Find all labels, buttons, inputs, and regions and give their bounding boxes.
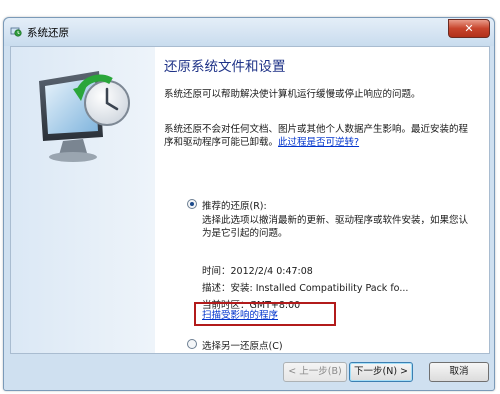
- restore-time-value: 2012/2/4 0:47:08: [230, 266, 313, 277]
- warning-text: 系统还原不会对任何文档、图片或其他个人数据产生影响。最近安装的程序和驱动程序可能…: [164, 123, 476, 149]
- reversible-link[interactable]: 此过程是否可逆转?: [278, 137, 359, 148]
- back-button[interactable]: < 上一步(B): [283, 362, 347, 382]
- system-restore-window: 系统还原 ✕ 还原系统文件和设置 系统还原可以帮助解决使计算机运行缓慢或停止响应…: [3, 17, 495, 391]
- restore-time-row: 时间：2012/2/4 0:47:08: [202, 263, 313, 277]
- radio-selected-dot: [190, 202, 194, 206]
- choose-other-restore-point-label[interactable]: 选择另一还原点(C): [202, 338, 283, 352]
- choose-other-restore-point-radio[interactable]: [187, 339, 197, 349]
- window-title: 系统还原: [27, 27, 69, 39]
- title-bar[interactable]: 系统还原 ✕: [4, 18, 494, 46]
- recommended-restore-description: 选择此选项以撤消最新的更新、驱动程序或软件安装，如果您认为是它引起的问题。: [202, 215, 469, 239]
- cancel-button[interactable]: 取消: [429, 362, 489, 382]
- recommended-restore-radio[interactable]: [187, 199, 197, 209]
- system-restore-monitor-icon: [39, 71, 130, 162]
- restore-description-label: 描述：: [202, 283, 231, 294]
- restore-description-value: 安装: Installed Compatibility Pack fo...: [230, 283, 409, 294]
- scan-affected-programs-text[interactable]: 扫描受影响的程序: [202, 310, 278, 321]
- wizard-body: 还原系统文件和设置 系统还原可以帮助解决使计算机运行缓慢或停止响应的问题。 系统…: [10, 46, 490, 354]
- wizard-content: 还原系统文件和设置 系统还原可以帮助解决使计算机运行缓慢或停止响应的问题。 系统…: [164, 47, 484, 353]
- close-button[interactable]: ✕: [448, 19, 490, 38]
- next-button[interactable]: 下一步(N) >: [349, 362, 413, 382]
- wizard-sidebar: [11, 47, 155, 353]
- restore-time-label: 时间：: [202, 266, 231, 277]
- close-icon: ✕: [464, 22, 474, 35]
- button-bar: < 上一步(B) 下一步(N) > 取消: [4, 352, 494, 390]
- system-restore-icon: [10, 27, 22, 37]
- restore-description-row: 描述：安装: Installed Compatibility Pack fo..…: [202, 280, 408, 294]
- intro-text: 系统还原可以帮助解决使计算机运行缓慢或停止响应的问题。: [164, 89, 421, 100]
- recommended-restore-label[interactable]: 推荐的还原(R):: [202, 198, 267, 212]
- scan-affected-programs-link[interactable]: 扫描受影响的程序: [194, 302, 336, 326]
- page-title: 还原系统文件和设置: [164, 59, 286, 75]
